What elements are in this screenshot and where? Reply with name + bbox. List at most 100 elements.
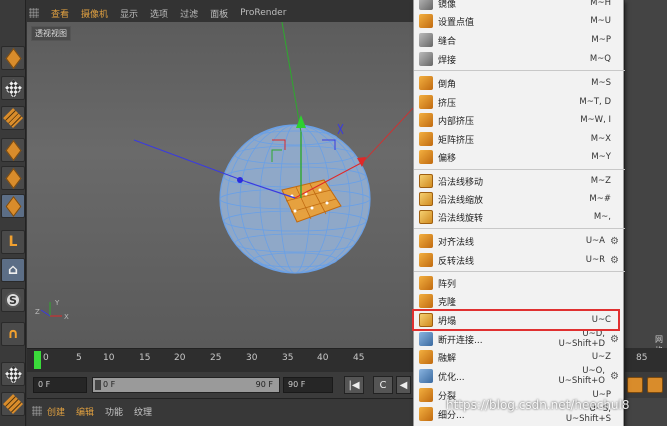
optimize-icon <box>419 369 433 383</box>
cinema4d-window: L ⌂ S ∩ Y X Z 透视视图 查看 摄像机 显示 选项 过滤 面板 Pr… <box>0 0 667 426</box>
menu-item-clone[interactable]: 克隆 <box>414 292 625 310</box>
polygons-mode-icon[interactable] <box>1 194 25 218</box>
transport-bar-right <box>625 372 667 398</box>
menu-item-extrude-inner[interactable]: 内部挤压 M~W, I <box>414 111 625 129</box>
grip-icon[interactable] <box>32 406 42 416</box>
preview-range-slider[interactable]: 0 F 90 F <box>92 377 280 393</box>
view-name-label: 透视视图 <box>31 26 71 41</box>
points-mode-icon[interactable] <box>1 138 25 162</box>
texture-mode-icon[interactable] <box>1 76 25 100</box>
menu-item-mirror[interactable]: 镜像 M~H <box>414 0 625 12</box>
ruler-tick: 40 <box>317 353 329 363</box>
subdivide-icon <box>419 407 433 421</box>
start-frame-field[interactable]: 0 F <box>33 377 87 393</box>
ruler-tick: 10 <box>103 353 115 363</box>
menu-item-extrude[interactable]: 挤压 M~T, D <box>414 93 625 111</box>
range-start-value: 0 F <box>103 380 116 389</box>
menu-separator <box>414 169 625 170</box>
menu-prorender[interactable]: ProRender <box>234 8 292 18</box>
menu-item-weld[interactable]: 焊接 M~Q <box>414 50 625 68</box>
menu-item-offset[interactable]: 偏移 M~Y <box>414 148 625 166</box>
viewport-scene: Y X Z <box>35 22 416 321</box>
end-frame-field[interactable]: 90 F <box>283 377 333 393</box>
grid-workplane-icon[interactable] <box>1 392 25 416</box>
set-point-value-icon <box>419 14 433 28</box>
menu-separator <box>414 70 625 71</box>
range-end-value: 90 F <box>255 380 273 389</box>
menu-item-normal-move[interactable]: 沿法线移动 M~Z <box>414 172 625 190</box>
lock-workplane-icon[interactable] <box>1 362 25 386</box>
svg-text:X: X <box>64 313 69 321</box>
menu-view[interactable]: 查看 <box>45 7 75 20</box>
menu-item-set-point-value[interactable]: 设置点值 M~U <box>414 12 625 30</box>
edges-mode-icon[interactable] <box>1 166 25 190</box>
normal-scale-icon <box>419 192 433 206</box>
go-to-start-icon[interactable]: |◀ <box>344 376 364 394</box>
menu-options[interactable]: 选项 <box>144 7 174 20</box>
menu-item-stitch[interactable]: 缝合 M~P <box>414 31 625 49</box>
ruler-tick: 45 <box>353 353 365 363</box>
gear-icon[interactable]: ⚙ <box>610 371 619 382</box>
watermark: https://blog.csdn.net/heechul8 <box>446 398 630 412</box>
array-icon <box>419 276 433 290</box>
ruler-tick: 35 <box>282 353 294 363</box>
svg-text:Y: Y <box>54 299 60 307</box>
menu-filter[interactable]: 过滤 <box>174 7 204 20</box>
menu-item-bevel[interactable]: 倒角 M~S <box>414 74 625 92</box>
dissolve-icon <box>419 350 433 364</box>
extrude-icon <box>419 95 433 109</box>
menu-item-optimize[interactable]: 优化... U~O, U~Shift+O ⚙ <box>414 366 625 386</box>
range-start-handle[interactable] <box>95 380 101 390</box>
convert-object-icon[interactable] <box>1 46 25 70</box>
tab-create[interactable]: 创建 <box>47 405 65 418</box>
perspective-viewport[interactable]: Y X Z <box>27 22 417 348</box>
offset-icon <box>419 150 433 164</box>
tab-texture[interactable]: 纹理 <box>134 405 152 418</box>
magnet-icon[interactable]: ∩ <box>1 322 25 346</box>
tab-edit[interactable]: 编辑 <box>76 405 94 418</box>
grip-icon[interactable] <box>29 8 39 18</box>
bevel-icon <box>419 76 433 90</box>
record-keys-icon[interactable] <box>627 377 643 393</box>
menu-separator <box>414 271 625 272</box>
timeline-ruler[interactable]: 0 5 10 15 20 25 30 35 40 45 <box>27 348 413 372</box>
stitch-icon <box>419 33 433 47</box>
menu-item-array[interactable]: 阵列 <box>414 274 625 292</box>
timeline-ruler-end[interactable]: 85 <box>625 348 667 372</box>
menu-cameras[interactable]: 摄像机 <box>75 7 114 20</box>
clone-icon <box>419 294 433 308</box>
menu-item-collapse[interactable]: 坍塌 U~C <box>414 311 625 329</box>
disconnect-icon <box>419 332 433 346</box>
menu-item-normal-rotate[interactable]: 沿法线旋转 M~, <box>414 208 625 226</box>
tweak-mode-icon[interactable]: ⌂ <box>1 258 25 282</box>
tab-function[interactable]: 功能 <box>105 405 123 418</box>
weld-icon <box>419 52 433 66</box>
menu-item-align-normals[interactable]: 对齐法线 U~A ⚙ <box>414 232 625 250</box>
normal-move-icon <box>419 174 433 188</box>
axis-mode-icon[interactable]: L <box>1 230 25 254</box>
ruler-tick: 85 <box>636 353 648 363</box>
gear-icon[interactable]: ⚙ <box>610 255 619 266</box>
step-back-icon[interactable]: ◀ <box>396 376 411 394</box>
ruler-tick: 25 <box>210 353 222 363</box>
menu-item-disconnect[interactable]: 断开连接... U~D, U~Shift+D ⚙ <box>414 329 625 349</box>
mirror-icon <box>419 0 433 10</box>
extrude-inner-icon <box>419 113 433 127</box>
menu-display[interactable]: 显示 <box>114 7 144 20</box>
gear-icon[interactable]: ⚙ <box>610 334 619 345</box>
menu-item-reverse-normals[interactable]: 反转法线 U~R ⚙ <box>414 251 625 269</box>
auto-key-icon[interactable] <box>647 377 663 393</box>
menu-item-dissolve[interactable]: 融解 U~Z <box>414 348 625 366</box>
gear-icon[interactable]: ⚙ <box>610 236 619 247</box>
matrix-extrude-icon <box>419 132 433 146</box>
normal-rotate-icon <box>419 210 433 224</box>
menu-item-matrix-extrude[interactable]: 矩阵挤压 M~X <box>414 130 625 148</box>
snap-icon[interactable]: S <box>1 288 25 312</box>
workplane-mode-icon[interactable] <box>1 106 25 130</box>
ruler-tick: 15 <box>139 353 151 363</box>
playhead[interactable] <box>34 351 41 369</box>
menu-panel[interactable]: 面板 <box>204 7 234 20</box>
menu-item-normal-scale[interactable]: 沿法线缩放 M~# <box>414 190 625 208</box>
viewport-menubar: 查看 摄像机 显示 选项 过滤 面板 ProRender <box>27 4 417 22</box>
loop-icon[interactable]: C <box>373 376 393 394</box>
